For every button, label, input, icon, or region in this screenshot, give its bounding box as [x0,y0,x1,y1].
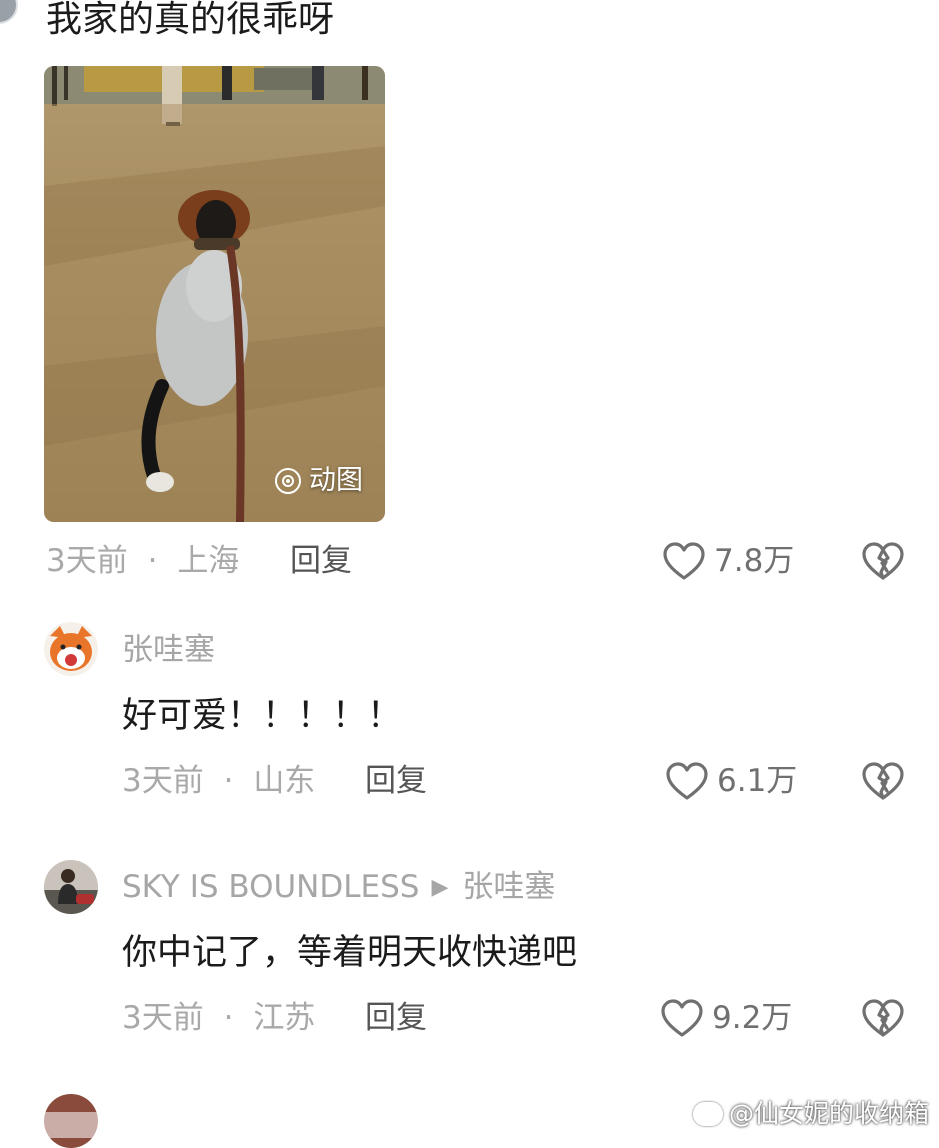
reply-button[interactable]: 回复 [365,998,427,1038]
top-comment-avatar[interactable] [0,0,18,24]
meta-separator: · [223,763,234,799]
comment-meta: 3天前 · 上海 [46,541,239,581]
top-comment-text: 我家的真的很乖呀 [46,0,335,40]
dog-on-grass-illustration [44,66,385,522]
like-button[interactable]: 6.1万 [665,761,797,801]
meta-separator: · [223,1000,234,1036]
avatar[interactable] [44,622,98,676]
comment-location: 山东 [253,763,316,799]
live-photo-icon [275,468,301,494]
dislike-button[interactable] [861,541,905,581]
dislike-button[interactable] [861,761,905,801]
comment-text: 你中记了，等着明天收快递吧 [122,933,578,973]
fox-avatar-icon [44,622,98,676]
comment-username[interactable]: 张哇塞 [122,630,215,670]
heart-icon [662,541,706,581]
comment-location: 江苏 [253,1000,316,1036]
dislike-button[interactable] [861,998,905,1038]
like-button[interactable]: 7.8万 [662,541,794,581]
comment-meta: 3天前 · 江苏 [122,998,315,1038]
reply-button[interactable]: 回复 [290,541,352,581]
watermark: @仙女妮的收纳箱 [692,1097,929,1131]
heart-icon [665,761,709,801]
comment-text: 好可爱！！！！！ [122,696,403,736]
photo-avatar-icon [44,860,98,914]
comment-time: 3天前 [122,763,204,799]
comment-username: SKY IS BOUNDLESS ▶ 张哇塞 [122,867,555,908]
like-count: 6.1万 [717,763,798,799]
comment-time: 3天前 [122,1000,204,1036]
avatar[interactable] [44,860,98,914]
comment-time: 3天前 [46,543,128,579]
weibo-logo-icon [692,1102,723,1126]
watermark-text: @仙女妮的收纳箱 [728,1099,929,1128]
comment-location: 上海 [177,543,240,579]
gif-badge-label: 动图 [309,465,363,496]
reply-author[interactable]: SKY IS BOUNDLESS [122,869,419,905]
broken-heart-icon [861,761,905,801]
meta-separator: · [147,543,158,579]
like-count: 9.2万 [712,1000,793,1036]
gif-badge: 动图 [275,464,363,498]
comment-meta: 3天前 · 山东 [122,761,315,801]
reply-target-username[interactable]: 张哇塞 [462,869,555,905]
reply-button[interactable]: 回复 [365,761,427,801]
like-button[interactable]: 9.2万 [660,998,792,1038]
heart-icon [660,998,704,1038]
like-count: 7.8万 [714,543,795,579]
broken-heart-icon [861,541,905,581]
comment-gif-image[interactable]: 动图 [44,66,385,522]
broken-heart-icon [861,998,905,1038]
play-arrow-icon: ▶ [431,875,449,900]
